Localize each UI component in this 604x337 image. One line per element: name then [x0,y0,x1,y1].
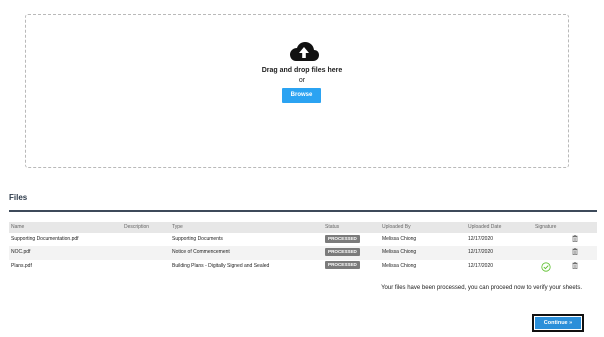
column-header-type[interactable]: Type [172,222,183,233]
status-cell: PROCESSED [325,260,360,273]
files-divider [9,210,597,212]
status-cell: PROCESSED [325,233,360,246]
status-badge: PROCESSED [325,261,360,270]
file-type: Notice of Commencement [172,249,230,256]
delete-cell [572,260,578,273]
trash-icon[interactable] [572,261,578,269]
uploaded-by: Melissa Chiong [382,249,417,256]
files-table: Name Description Type Status Uploaded By… [9,222,597,273]
check-circle-icon [541,261,551,272]
file-type: Supporting Documents [172,236,223,242]
file-name[interactable]: Plans.pdf [11,260,32,273]
status-cell: PROCESSED [325,246,360,259]
file-type: Building Plans - Digitally Signed and Se… [172,262,270,269]
delete-cell [572,233,578,246]
delete-cell [572,246,578,259]
column-header-description[interactable]: Description [124,222,149,233]
file-name[interactable]: Supporting Documentation.pdf [11,233,79,246]
uploaded-date: 12/17/2020 [468,262,494,269]
processed-message: Your files have been processed, you can … [381,285,582,291]
continue-focus-ring: Continue » [532,314,584,332]
table-header: Name Description Type Status Uploaded By… [9,222,597,233]
browse-button[interactable]: Browse [282,88,321,103]
upload-page: Drag and drop files here or Browse Files… [0,0,604,337]
trash-icon[interactable] [572,235,578,243]
column-header-uploaded-by[interactable]: Uploaded By [382,222,411,233]
status-badge: PROCESSED [325,247,360,256]
uploaded-by: Melissa Chiong [382,236,417,242]
status-badge: PROCESSED [325,234,360,243]
table-row: NOC.pdf Notice of Commencement PROCESSED… [9,246,597,260]
table-row: Supporting Documentation.pdf Supporting … [9,233,597,246]
uploaded-by: Melissa Chiong [382,262,417,269]
column-header-name[interactable]: Name [11,222,24,233]
column-header-uploaded-date[interactable]: Uploaded Date [468,222,501,233]
uploaded-date: 12/17/2020 [468,249,494,256]
column-header-status[interactable]: Status [325,222,339,233]
table-row: Plans.pdf Building Plans - Digitally Sig… [9,260,597,273]
drag-drop-text: Drag and drop files here [261,67,343,74]
cloud-upload-icon [290,42,319,61]
column-header-signature[interactable]: Signature [535,222,556,233]
trash-icon[interactable] [572,248,578,256]
or-text: or [298,77,306,84]
continue-button[interactable]: Continue » [535,317,581,329]
files-heading: Files [9,193,28,202]
file-name[interactable]: NOC.pdf [11,246,30,259]
uploaded-date: 12/17/2020 [468,236,494,242]
